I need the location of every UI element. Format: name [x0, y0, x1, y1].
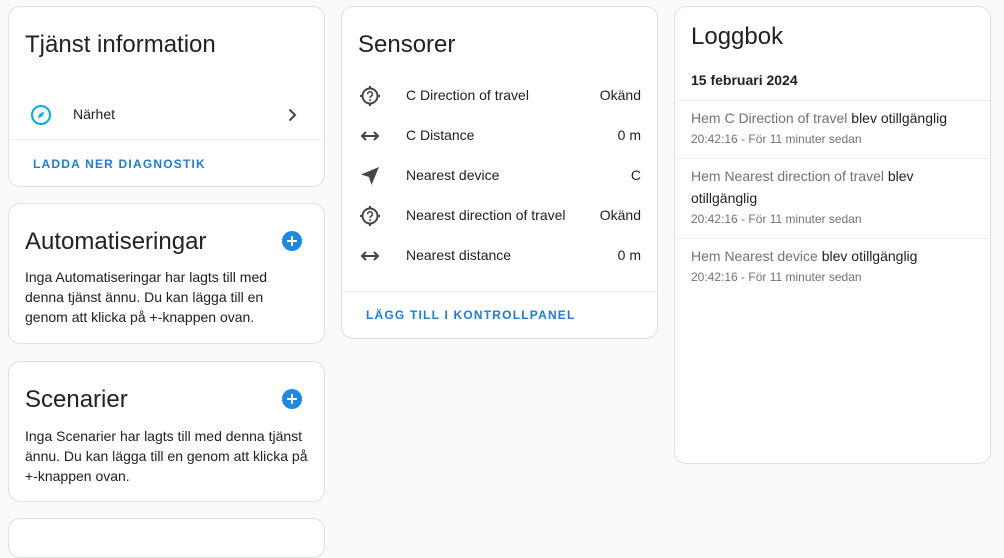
add-automation-button[interactable] — [282, 231, 302, 251]
automations-title: Automatiseringar — [25, 228, 207, 255]
logbook-entry: Hem C Direction of travel blev otillgäng… — [675, 100, 990, 158]
scenes-description: Inga Scenarier har lagts till med denna … — [25, 428, 308, 484]
scenes-title: Scenarier — [25, 386, 128, 413]
scenes-card: Scenarier Inga Scenarier har lagts till … — [8, 361, 325, 502]
logbook-message: Hem Nearest device blev otillgänglig — [691, 245, 974, 267]
help-circle-icon — [358, 84, 382, 108]
add-scene-button[interactable] — [282, 389, 302, 409]
sensor-value: 0 m — [617, 127, 641, 143]
sensors-card: Sensorer C Direction of travel Okänd C D… — [341, 6, 658, 339]
logbook-action: blev otillgänglig — [851, 110, 948, 126]
sensors-divider — [342, 291, 657, 292]
service-divider — [9, 139, 324, 140]
sensor-name: Nearest direction of travel — [406, 207, 566, 223]
logbook-message: Hem C Direction of travel blev otillgäng… — [691, 107, 974, 129]
logbook-time: 20:42:16 - För 11 minuter sedan — [691, 132, 862, 146]
logbook-action: blev otillgänglig — [821, 248, 918, 264]
service-info-card: Tjänst information Närhet LADDA NER DIAG… — [8, 6, 325, 187]
sensor-name: Nearest device — [406, 167, 500, 183]
sensor-value: Okänd — [599, 207, 641, 223]
logbook-entity-link[interactable]: Hem C Direction of travel — [691, 110, 847, 126]
sensor-row[interactable]: Nearest distance 0 m — [342, 236, 657, 276]
sensor-value: 0 m — [617, 247, 641, 263]
logbook-title: Loggbok — [691, 23, 784, 50]
service-info-title: Tjänst information — [25, 31, 216, 58]
sensor-name: C Distance — [406, 127, 475, 143]
automations-description: Inga Automatiseringar har lagts till med… — [25, 269, 268, 325]
sensor-row[interactable]: Nearest device C — [342, 156, 657, 196]
logbook-time: 20:42:16 - För 11 minuter sedan — [691, 212, 862, 226]
plus-icon — [287, 236, 297, 246]
sensor-value: C — [630, 167, 641, 183]
sensor-name: Nearest distance — [406, 247, 512, 263]
logbook-entry: Hem Nearest device blev otillgänglig 20:… — [675, 238, 990, 296]
plus-icon — [287, 394, 297, 404]
navigation-icon — [358, 164, 382, 188]
logbook-entity-link[interactable]: Hem Nearest device — [691, 248, 818, 264]
arrow-left-right-icon — [358, 124, 382, 148]
automations-card: Automatiseringar Inga Automatiseringar h… — [8, 203, 325, 344]
logbook-card: Loggbok 15 februari 2024 Hem C Direction… — [674, 6, 991, 464]
logbook-entry: Hem Nearest direction of travel blev oti… — [675, 158, 990, 238]
sensor-row[interactable]: C Direction of travel Okänd — [342, 76, 657, 116]
arrow-left-right-icon — [358, 244, 382, 268]
logbook-time: 20:42:16 - För 11 minuter sedan — [691, 270, 862, 284]
sensor-row[interactable]: Nearest direction of travel Okänd — [342, 196, 657, 236]
logbook-message: Hem Nearest direction of travel blev oti… — [691, 165, 974, 209]
sensor-row[interactable]: C Distance 0 m — [342, 116, 657, 156]
sensor-value: Okänd — [599, 87, 641, 103]
service-item-narhet[interactable]: Närhet — [9, 95, 324, 135]
chevron-right-icon — [284, 107, 300, 123]
sensor-name: C Direction of travel — [406, 87, 529, 103]
service-item-label: Närhet — [73, 106, 116, 122]
compass-icon — [29, 103, 53, 127]
sensors-title: Sensorer — [358, 31, 456, 58]
scripts-card-partial — [8, 518, 325, 558]
logbook-entity-link[interactable]: Hem Nearest direction of travel — [691, 168, 884, 184]
help-circle-icon — [358, 204, 382, 228]
download-diagnostics-button[interactable]: LADDA NER DIAGNOSTIK — [33, 157, 206, 171]
logbook-date: 15 februari 2024 — [691, 72, 798, 88]
add-to-dashboard-button[interactable]: LÄGG TILL I KONTROLLPANEL — [366, 308, 576, 322]
